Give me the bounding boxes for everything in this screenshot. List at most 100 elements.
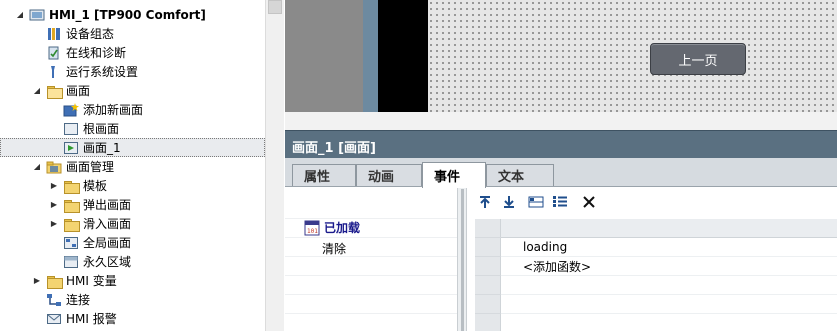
tab-label: 属性 bbox=[304, 170, 331, 185]
event-item-cleared[interactable]: 清除 bbox=[322, 240, 346, 257]
row-header[interactable] bbox=[475, 295, 501, 314]
tree-item-label: 全局画面 bbox=[83, 236, 132, 250]
tree-item-slidein-screens[interactable]: ▶ 滑入画面 bbox=[0, 214, 265, 233]
function-toolbar bbox=[467, 187, 837, 217]
chevron-down-icon[interactable]: ◢ bbox=[32, 86, 42, 96]
tree-item-label: 画面管理 bbox=[66, 160, 115, 174]
screen-open-icon bbox=[63, 140, 79, 156]
move-down-icon[interactable] bbox=[500, 194, 518, 210]
alarm-icon bbox=[46, 311, 62, 327]
tree-item-popup-screens[interactable]: ▶ 弹出画面 bbox=[0, 195, 265, 214]
screen-editor[interactable] bbox=[285, 0, 837, 130]
event-item-loaded[interactable]: 101 已加载 bbox=[304, 219, 360, 236]
tree-item-permanent-area[interactable]: 永久区域 bbox=[0, 252, 265, 271]
chevron-right-icon[interactable]: ▶ bbox=[49, 181, 59, 191]
tree-item-label: HMI 报警 bbox=[66, 312, 117, 326]
row-header[interactable] bbox=[475, 314, 501, 331]
project-tree: ◢ HMI_1 [TP900 Comfort] 设备组态 在线和诊断 运行系统设… bbox=[0, 0, 265, 331]
chevron-right-icon[interactable]: ▶ bbox=[49, 219, 59, 229]
event-row-separator bbox=[285, 295, 457, 314]
tree-item-label: 模板 bbox=[83, 179, 108, 193]
tree-item-templates[interactable]: ▶ 模板 bbox=[0, 176, 265, 195]
list-icon[interactable] bbox=[551, 194, 569, 210]
panel-splitter[interactable] bbox=[457, 187, 467, 331]
tree-item-label: 弹出画面 bbox=[83, 198, 132, 212]
tab-label: 事件 bbox=[434, 170, 461, 185]
screen-management-icon bbox=[46, 159, 62, 175]
tree-item-add-screen[interactable]: 添加新画面 bbox=[0, 100, 265, 119]
screen-icon bbox=[63, 121, 79, 137]
folder-icon bbox=[46, 83, 63, 99]
diagnostics-icon bbox=[46, 45, 62, 61]
insert-row-icon[interactable] bbox=[527, 194, 545, 210]
tab-properties[interactable]: 属性 bbox=[292, 164, 356, 186]
tree-item-label: 设备组态 bbox=[66, 27, 115, 41]
function-name: loading bbox=[523, 240, 568, 254]
event-row-separator bbox=[285, 200, 457, 219]
event-row-separator bbox=[285, 314, 457, 331]
function-row-empty[interactable] bbox=[501, 276, 837, 295]
tree-item-label: 滑入画面 bbox=[83, 217, 132, 231]
screen-side-area bbox=[285, 0, 363, 112]
folder-icon bbox=[63, 178, 80, 194]
tree-item-hmi-alarms[interactable]: HMI 报警 bbox=[0, 309, 265, 328]
tree-item-online-diagnostics[interactable]: 在线和诊断 bbox=[0, 43, 265, 62]
tab-texts[interactable]: 文本 bbox=[486, 164, 554, 186]
function-row-empty[interactable] bbox=[501, 295, 837, 314]
tree-item-hmi-tags[interactable]: ▶ HMI 变量 bbox=[0, 271, 265, 290]
add-function-placeholder: <添加函数> bbox=[523, 259, 592, 274]
tab-events[interactable]: 事件 bbox=[422, 162, 486, 188]
event-icon: 101 bbox=[304, 220, 320, 236]
tree-item-label: 根画面 bbox=[83, 122, 120, 136]
add-function-row[interactable]: <添加函数> bbox=[501, 257, 837, 276]
move-up-icon[interactable] bbox=[476, 194, 494, 210]
splitter-bar[interactable] bbox=[461, 189, 464, 331]
tree-item-screen-1[interactable]: 画面_1 bbox=[0, 138, 265, 157]
tree-item-hmi-device[interactable]: ◢ HMI_1 [TP900 Comfort] bbox=[0, 5, 265, 24]
scrollbar-thumb[interactable] bbox=[268, 0, 282, 14]
screen-canvas[interactable] bbox=[428, 0, 837, 112]
chevron-down-icon[interactable]: ◢ bbox=[32, 162, 42, 172]
tree-item-screens[interactable]: ◢ 画面 bbox=[0, 81, 265, 100]
event-label: 已加载 bbox=[324, 221, 361, 235]
tree-item-label: 在线和诊断 bbox=[66, 46, 127, 60]
row-header[interactable] bbox=[475, 238, 501, 257]
chevron-right-icon[interactable]: ▶ bbox=[49, 200, 59, 210]
row-header-corner bbox=[475, 219, 501, 238]
tree-item-device-config[interactable]: 设备组态 bbox=[0, 24, 265, 43]
device-config-icon bbox=[46, 26, 62, 42]
folder-icon bbox=[63, 216, 80, 232]
svg-text:101: 101 bbox=[307, 228, 318, 235]
hmi-device-icon bbox=[29, 7, 45, 23]
row-header[interactable] bbox=[475, 276, 501, 295]
global-screen-icon bbox=[63, 235, 79, 251]
tree-item-label: 添加新画面 bbox=[83, 103, 144, 117]
tree-item-root-screen[interactable]: 根画面 bbox=[0, 119, 265, 138]
function-row[interactable]: loading bbox=[501, 238, 837, 257]
function-list-header bbox=[475, 219, 837, 238]
connection-icon bbox=[46, 292, 62, 308]
tree-item-label: 运行系统设置 bbox=[66, 65, 139, 79]
function-row-empty[interactable] bbox=[501, 314, 837, 331]
tree-item-global-screen[interactable]: 全局画面 bbox=[0, 233, 265, 252]
event-row-separator bbox=[285, 257, 457, 276]
tab-animations[interactable]: 动画 bbox=[356, 164, 422, 186]
wrench-icon bbox=[46, 64, 62, 80]
permanent-area-icon bbox=[63, 254, 79, 270]
tree-scrollbar[interactable] bbox=[265, 0, 284, 331]
delete-icon[interactable] bbox=[580, 194, 598, 210]
tree-item-connections[interactable]: 连接 bbox=[0, 290, 265, 309]
chevron-right-icon[interactable]: ▶ bbox=[32, 276, 42, 286]
event-list bbox=[285, 187, 457, 331]
previous-page-button[interactable]: 上一页 bbox=[650, 43, 746, 75]
tree-item-screen-management[interactable]: ◢ 画面管理 bbox=[0, 157, 265, 176]
chevron-down-icon[interactable]: ◢ bbox=[15, 10, 25, 20]
folder-icon bbox=[46, 273, 63, 289]
editor-bottom-strip bbox=[285, 112, 837, 130]
tree-item-label: 画面_1 bbox=[83, 141, 121, 155]
tree-item-runtime-settings[interactable]: 运行系统设置 bbox=[0, 62, 265, 81]
row-header[interactable] bbox=[475, 257, 501, 276]
tree-item-label: HMI 变量 bbox=[66, 274, 117, 288]
tree-item-label: 画面 bbox=[66, 84, 91, 98]
tree-item-label: 连接 bbox=[66, 293, 91, 307]
